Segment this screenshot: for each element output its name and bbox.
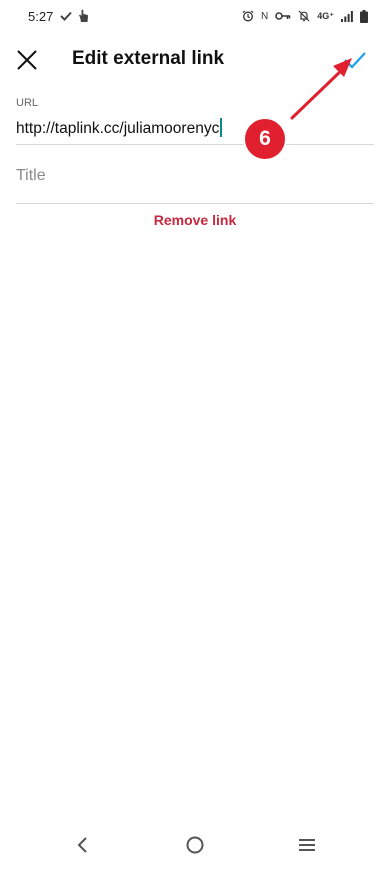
back-icon (77, 837, 87, 853)
remove-link-button[interactable]: Remove link (0, 212, 390, 228)
save-button[interactable] (342, 48, 368, 72)
nfc-icon: N (261, 10, 269, 22)
mute-icon (298, 8, 310, 24)
home-button[interactable] (180, 830, 210, 860)
signal-icon (341, 8, 353, 24)
text-cursor (220, 118, 223, 138)
status-bar: 5:27 N 4G⁺ (0, 0, 390, 34)
hand-icon (78, 8, 89, 24)
check-icon (60, 8, 72, 24)
close-icon (17, 50, 37, 70)
status-right-icons: N 4G⁺ (242, 8, 368, 24)
title-input[interactable]: Title (16, 163, 374, 204)
alarm-icon (242, 8, 254, 24)
navigation-bar (0, 820, 390, 870)
menu-button[interactable] (292, 830, 322, 860)
status-left-icons (60, 8, 89, 24)
check-icon (344, 52, 366, 69)
page-title: Edit external link (72, 48, 225, 69)
network-icon: 4G⁺ (317, 10, 334, 21)
step-badge: 6 (243, 117, 287, 161)
title-placeholder: Title (16, 167, 46, 184)
url-value: http://taplink.cc/juliamoorenyc (16, 120, 220, 137)
vpn-key-icon (275, 8, 291, 24)
battery-icon (360, 8, 368, 24)
url-input[interactable]: http://taplink.cc/juliamoorenyc (16, 116, 374, 145)
header: Edit external link (0, 34, 390, 86)
close-button[interactable] (14, 47, 40, 73)
url-label: URL (16, 97, 39, 109)
menu-icon (299, 839, 315, 851)
home-icon (186, 836, 204, 854)
status-time: 5:27 (28, 9, 54, 24)
back-button[interactable] (68, 830, 98, 860)
